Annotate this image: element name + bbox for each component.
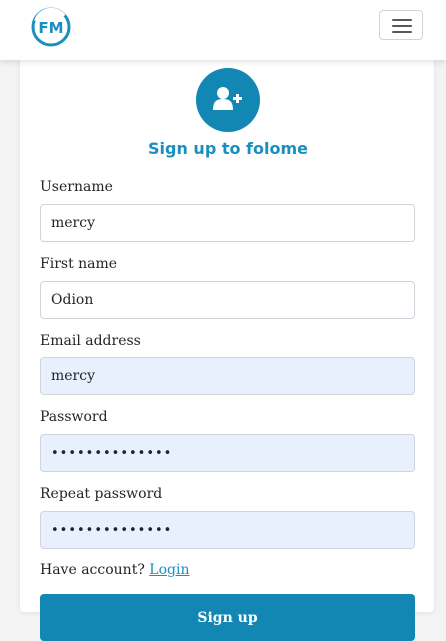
hamburger-icon	[392, 19, 412, 21]
username-input[interactable]	[40, 204, 415, 242]
login-link[interactable]: Login	[149, 562, 189, 578]
have-account-label: Have account?	[40, 562, 145, 578]
folome-logo[interactable]: FM	[30, 6, 72, 48]
page-title: Sign up to folome	[148, 139, 308, 158]
repeat-password-label: Repeat password	[40, 486, 163, 502]
firstname-input[interactable]	[40, 281, 415, 319]
navbar: FM	[0, 0, 446, 60]
password-label: Password	[40, 409, 108, 425]
signup-button[interactable]: Sign up	[40, 594, 415, 641]
repeat-password-input[interactable]	[40, 511, 415, 549]
email-input[interactable]	[40, 357, 415, 395]
svg-text:FM: FM	[38, 19, 63, 37]
menu-toggle-button[interactable]	[379, 10, 423, 40]
password-input[interactable]	[40, 434, 415, 472]
firstname-label: First name	[40, 256, 118, 272]
have-account-text: Have account? Login	[40, 562, 189, 578]
email-label: Email address	[40, 333, 141, 349]
add-user-icon	[196, 68, 260, 132]
username-label: Username	[40, 179, 113, 195]
